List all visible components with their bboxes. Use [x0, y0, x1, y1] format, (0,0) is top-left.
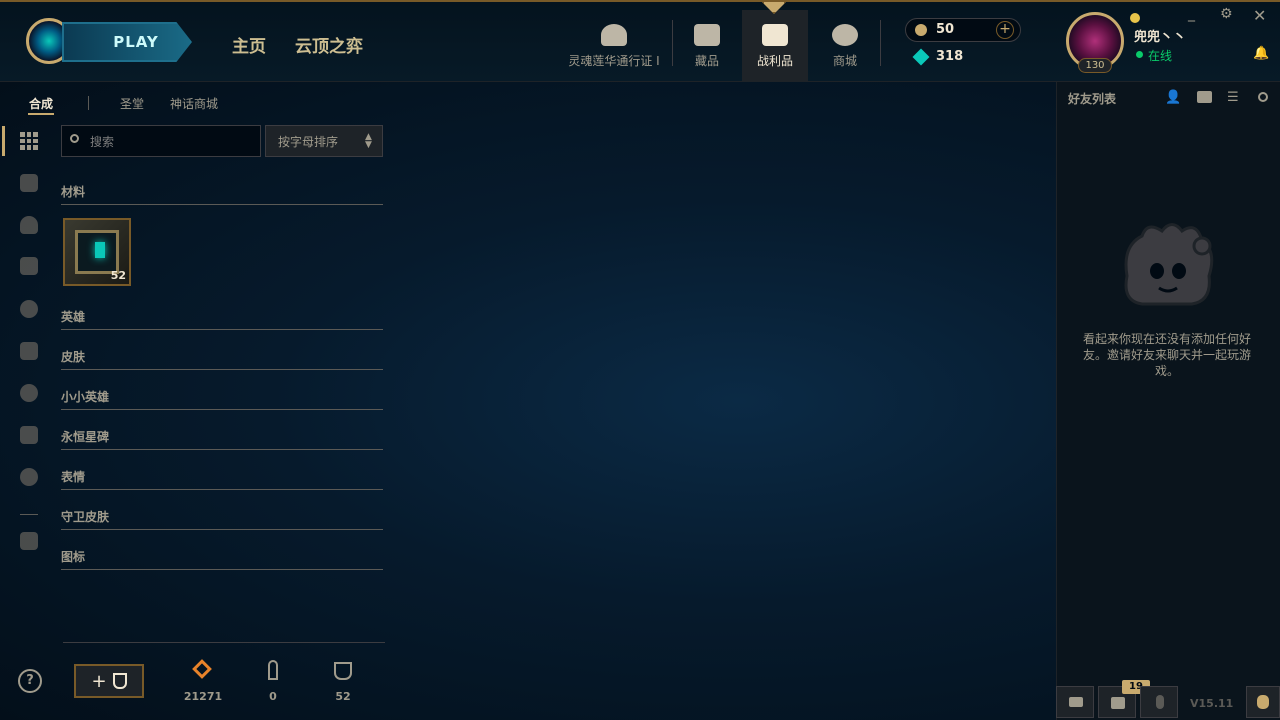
notification-dot-icon: [1130, 13, 1140, 23]
online-dot-icon: [1136, 51, 1143, 58]
bell-icon[interactable]: 🔔: [1253, 46, 1269, 61]
filter-skin-mask-icon[interactable]: [20, 257, 38, 275]
lotus-icon: [601, 23, 627, 46]
settings-gear-icon[interactable]: ⚙: [1220, 6, 1233, 22]
rail-active-marker: [2, 126, 5, 156]
key-icon: [268, 660, 278, 680]
bug-report-button[interactable]: [1246, 686, 1280, 718]
tab-battle-pass-label: 灵魂莲华通行证 I: [568, 53, 660, 68]
friends-title: 好友列表: [1068, 92, 1117, 106]
loot-icon: [762, 23, 788, 46]
tab-divider: [672, 20, 673, 66]
notifications-icon: [1111, 697, 1125, 709]
chat-bubble-icon: [1069, 697, 1083, 707]
bottom-divider: [63, 642, 385, 643]
category-ward-skins[interactable]: 守卫皮肤: [61, 508, 383, 530]
bug-icon: [1257, 695, 1269, 709]
category-eternals[interactable]: 永恒星碑: [61, 428, 383, 450]
voice-button[interactable]: [1140, 686, 1178, 718]
chevron-updown-icon: ▲ ▼: [365, 132, 372, 150]
chest-gem-icon: [95, 242, 105, 258]
nav-home[interactable]: 主页: [232, 32, 266, 57]
play-button[interactable]: PLAY: [62, 22, 192, 62]
summoner-name[interactable]: 兜兜丶丶: [1134, 26, 1186, 45]
rp-icon: [915, 24, 927, 36]
orange-essence-count: 21271: [183, 690, 223, 703]
filter-extra-icon[interactable]: [20, 532, 38, 550]
filter-eternals-flame-icon[interactable]: [20, 342, 38, 360]
store-icon: [832, 23, 858, 46]
chest-icon: [334, 662, 352, 680]
category-emotes[interactable]: 表情: [61, 468, 383, 490]
help-icon[interactable]: ?: [18, 669, 42, 693]
blue-essence-amount: 318: [936, 49, 964, 64]
tab-loot-label: 战利品: [756, 53, 793, 68]
filter-little-legend-icon[interactable]: [20, 300, 38, 318]
minimize-icon[interactable]: _: [1188, 6, 1195, 22]
add-friend-icon[interactable]: 👤: [1165, 90, 1181, 105]
chest-count: 52: [110, 269, 126, 282]
list-view-icon[interactable]: ☰: [1227, 90, 1239, 105]
friends-empty-message: 看起来你现在还没有添加任何好友。邀请好友来聊天并一起玩游戏。: [1082, 332, 1251, 378]
level-badge: 130: [1078, 58, 1112, 73]
sort-label: 按字母排序: [278, 134, 339, 149]
chat-button[interactable]: [1056, 686, 1094, 718]
filter-all-grid-icon[interactable]: [20, 132, 38, 150]
filter-chest-icon[interactable]: [20, 174, 38, 192]
client-version: V15.11: [1190, 697, 1234, 710]
close-icon[interactable]: ✕: [1253, 6, 1266, 25]
tab-loot[interactable]: 战利品: [742, 10, 808, 82]
tab-store-label: 商城: [832, 53, 857, 68]
category-icons[interactable]: 图标: [61, 548, 383, 570]
category-skins[interactable]: 皮肤: [61, 348, 383, 370]
category-little-legends[interactable]: 小小英雄: [61, 388, 383, 410]
chest-outline-icon: [112, 673, 127, 689]
microphone-icon: [1156, 695, 1164, 709]
collection-icon: [694, 23, 720, 46]
search-icon: [70, 134, 79, 143]
search-input[interactable]: 搜索: [61, 125, 261, 157]
tab-divider: [880, 20, 881, 66]
tab-collection[interactable]: 藏品: [676, 10, 738, 82]
filter-champion-helmet-icon[interactable]: [20, 216, 38, 234]
rp-amount: 50: [936, 22, 955, 37]
nav-tft[interactable]: 云顶之弈: [295, 32, 363, 57]
filter-ward-icon[interactable]: [20, 426, 38, 444]
tab-battle-pass[interactable]: 灵魂莲华通行证 I: [562, 10, 666, 82]
chest-total-count: 52: [335, 690, 351, 703]
add-rp-button[interactable]: +: [996, 21, 1014, 39]
online-status[interactable]: 在线: [1148, 47, 1172, 64]
add-folder-icon[interactable]: [1197, 91, 1212, 103]
friends-panel: [1056, 82, 1280, 720]
subtab-craft[interactable]: 合成: [29, 95, 53, 112]
rail-divider: [20, 514, 38, 515]
subtab-divider: [88, 96, 89, 110]
category-champions[interactable]: 英雄: [61, 308, 383, 330]
category-materials: 材料: [61, 183, 383, 205]
poro-icon: [1124, 223, 1214, 306]
key-count: 0: [269, 690, 277, 703]
friend-search-icon[interactable]: [1258, 92, 1268, 102]
subtab-active-underline: [28, 113, 54, 115]
filter-profile-icon[interactable]: [20, 468, 38, 486]
subtab-mythic-shop[interactable]: 神话商城: [170, 95, 218, 112]
subtab-sanctum[interactable]: 圣堂: [120, 95, 144, 112]
hextech-chest-item[interactable]: 52: [63, 218, 131, 286]
add-chest-button[interactable]: +: [74, 664, 144, 698]
tab-store[interactable]: 商城: [814, 10, 876, 82]
filter-emote-smiley-icon[interactable]: [20, 384, 38, 402]
tab-collection-label: 藏品: [694, 53, 719, 68]
